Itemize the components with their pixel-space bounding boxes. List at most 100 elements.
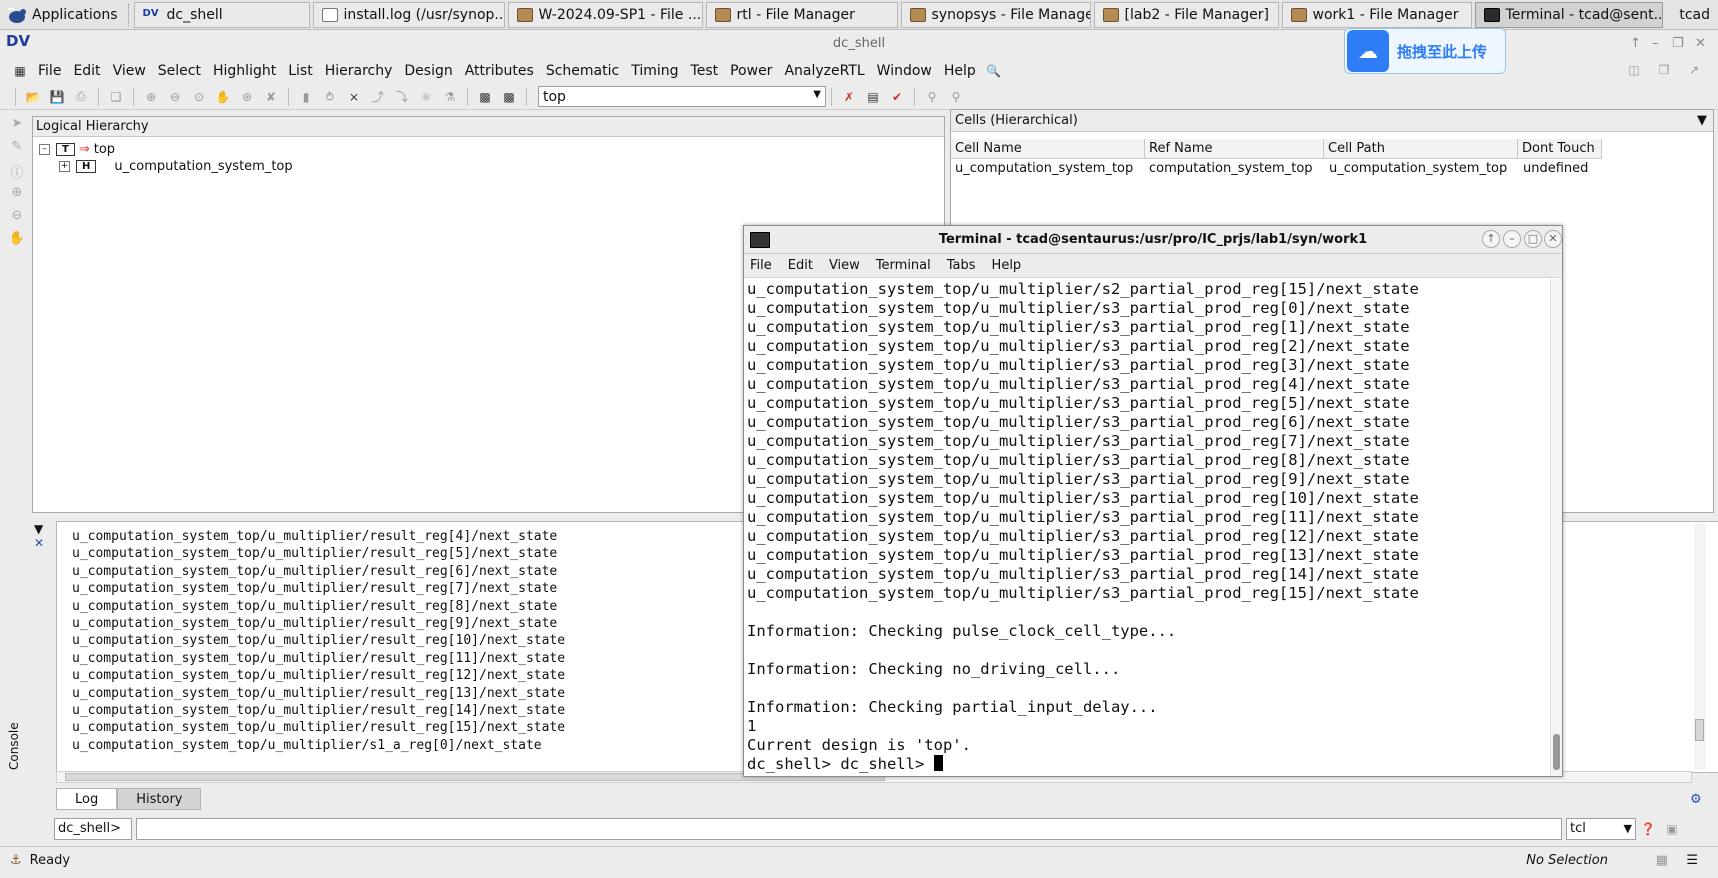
menu-file[interactable]: File [32, 63, 67, 79]
net-icon[interactable]: ⥁ [321, 89, 339, 105]
menu-design[interactable]: Design [398, 63, 458, 79]
terminal-window[interactable]: Terminal - tcad@sentaurus:/usr/pro/IC_pr… [743, 225, 1563, 777]
fanout-icon[interactable]: ⤵ [393, 89, 411, 105]
terminal-menu-view[interactable]: View [829, 258, 860, 273]
menu-select[interactable]: Select [152, 63, 207, 79]
zoom-area-icon[interactable]: ⊛ [238, 89, 256, 105]
collapse-icon[interactable]: – [39, 143, 50, 155]
column-header-cell-path[interactable]: Cell Path [1324, 139, 1518, 158]
window-up-icon[interactable]: ↑ [1482, 230, 1500, 248]
design-select[interactable]: top ▼ [538, 86, 826, 107]
cell-icon[interactable]: ▮ [297, 89, 315, 105]
expand-panel-icon[interactable]: ↗ [1685, 62, 1703, 78]
deselect-icon[interactable]: ✘ [262, 89, 280, 105]
selection-icon[interactable]: ▦ [1656, 853, 1668, 868]
cells-panel-title[interactable]: Cells (Hierarchical) ▼ [951, 110, 1713, 132]
taskbar-task-button[interactable]: W-2024.09-SP1 - File ... [507, 1, 703, 28]
menu-window[interactable]: Window [871, 63, 938, 79]
menu-attributes[interactable]: Attributes [459, 63, 540, 79]
copy-icon[interactable]: ❏ [107, 89, 125, 105]
window-restore-icon[interactable]: ❐ [1672, 36, 1684, 51]
menu-hierarchy[interactable]: Hierarchy [319, 63, 399, 79]
collapse-arrow-icon[interactable]: ▼ [34, 522, 43, 536]
schematic-icon[interactable]: ⚗ [441, 89, 459, 105]
window-up-icon[interactable]: ↑ [1630, 36, 1641, 51]
hand-icon[interactable]: ✋ [8, 231, 26, 249]
zoom-out-icon[interactable]: ⊖ [166, 89, 184, 105]
select-pointer-icon[interactable]: ➤ [8, 116, 26, 134]
pencil-icon[interactable]: ✎ [8, 139, 26, 157]
path-icon[interactable]: ⨯ [345, 89, 363, 105]
taskbar-task-button[interactable]: DV dc_shell [133, 1, 310, 28]
window-icon[interactable]: ▣ [1663, 821, 1681, 837]
taskbar-task-button[interactable]: synopsys - File Manager [900, 1, 1091, 28]
graph-icon[interactable]: ⚛ [417, 89, 435, 105]
zoom-out-icon[interactable]: ⊖ [8, 208, 26, 226]
scrollbar-thumb[interactable] [1553, 734, 1560, 770]
tile-window-icon[interactable]: ◫ [1625, 62, 1643, 78]
menu-schematic[interactable]: Schematic [540, 63, 625, 79]
terminal-menu-file[interactable]: File [750, 258, 772, 273]
tree-node-child[interactable]: + H u_computation_system_top [59, 158, 293, 174]
menu-test[interactable]: Test [685, 63, 725, 79]
menu-help[interactable]: Help [938, 63, 982, 79]
menu-list[interactable]: List [282, 63, 318, 79]
zoom-fit-icon[interactable]: ⊙ [190, 89, 208, 105]
open-folder-icon[interactable]: 📂 [24, 89, 42, 105]
list-icon[interactable]: ☰ [1686, 853, 1698, 868]
terminal-menu-edit[interactable]: Edit [788, 258, 813, 273]
tab-log[interactable]: Log [56, 788, 118, 810]
tab-history[interactable]: History [117, 788, 202, 810]
terminal-menu-terminal[interactable]: Terminal [876, 258, 931, 273]
info-icon[interactable]: ⓘ [8, 162, 26, 181]
scrollbar-thumb[interactable] [1695, 719, 1704, 741]
help-icon[interactable]: ❓ [1639, 821, 1657, 837]
print-icon[interactable]: ⎙ [72, 89, 90, 105]
window-maximize-icon[interactable]: □ [1524, 230, 1542, 248]
chevron-down-icon[interactable]: ▼ [1697, 110, 1707, 132]
tree-node-top[interactable]: – T ⇒ top [39, 141, 115, 157]
search-icon[interactable]: 🔍 [985, 63, 1003, 79]
highlight-icon[interactable]: ▤ [864, 89, 882, 105]
applications-menu-button[interactable]: Applications [0, 0, 124, 30]
taskbar-task-button[interactable]: work1 - File Manager [1281, 1, 1472, 28]
find-next-icon[interactable]: ⚲ [947, 89, 965, 105]
settings-gear-icon[interactable]: ⚙ [1690, 792, 1702, 807]
menu-timing[interactable]: Timing [625, 63, 684, 79]
restore-panel-icon[interactable]: ❐ [1655, 62, 1673, 78]
menu-highlight[interactable]: Highlight [207, 63, 282, 79]
menu-view[interactable]: View [107, 63, 152, 79]
table-row[interactable]: u_computation_system_top computation_sys… [951, 160, 1603, 178]
save-icon[interactable]: 💾 [48, 89, 66, 105]
menu-analyzertl[interactable]: AnalyzeRTL [778, 63, 870, 79]
terminal-titlebar[interactable]: Terminal - tcad@sentaurus:/usr/pro/IC_pr… [744, 226, 1562, 254]
histogram-icon[interactable]: ▩ [476, 89, 494, 105]
taskbar-task-button[interactable]: Terminal - tcad@sent... [1474, 1, 1663, 28]
zoom-in-icon[interactable]: ⊕ [142, 89, 160, 105]
console-vertical-scrollbar[interactable] [1694, 524, 1706, 770]
remove-highlight-icon[interactable]: ✔ [888, 89, 906, 105]
command-input[interactable] [136, 818, 1562, 840]
column-header-dont-touch[interactable]: Dont Touch [1518, 139, 1602, 158]
expand-icon[interactable]: + [59, 160, 70, 172]
zoom-in-icon[interactable]: ⊕ [8, 185, 26, 203]
window-minimize-icon[interactable]: – [1652, 36, 1659, 51]
terminal-scrollbar[interactable] [1550, 279, 1562, 776]
terminal-menu-help[interactable]: Help [992, 258, 1022, 273]
clear-highlight-icon[interactable]: ✗ [840, 89, 858, 105]
window-minimize-icon[interactable]: – [1503, 230, 1521, 248]
taskbar-task-button[interactable]: rtl - File Manager [705, 1, 898, 28]
window-close-icon[interactable]: ✕ [1695, 36, 1706, 51]
menu-power[interactable]: Power [724, 63, 778, 79]
baidu-upload-drop-zone[interactable]: ☁ 拖拽至此上传 [1344, 28, 1506, 74]
fanin-icon[interactable]: ⤴ [369, 89, 387, 105]
window-close-icon[interactable]: ✕ [1544, 230, 1562, 248]
menu-edit[interactable]: Edit [67, 63, 106, 79]
close-x-icon[interactable]: ✕ [34, 536, 44, 550]
taskbar-task-button[interactable]: [lab2 - File Manager] [1093, 1, 1279, 28]
taskbar-task-button[interactable]: install.log (/usr/synop... [312, 1, 505, 28]
pan-hand-icon[interactable]: ✋ [214, 89, 232, 105]
column-header-cell-name[interactable]: Cell Name [951, 139, 1145, 158]
terminal-output[interactable]: u_computation_system_top/u_multiplier/s2… [744, 279, 1550, 776]
terminal-menu-tabs[interactable]: Tabs [947, 258, 976, 273]
